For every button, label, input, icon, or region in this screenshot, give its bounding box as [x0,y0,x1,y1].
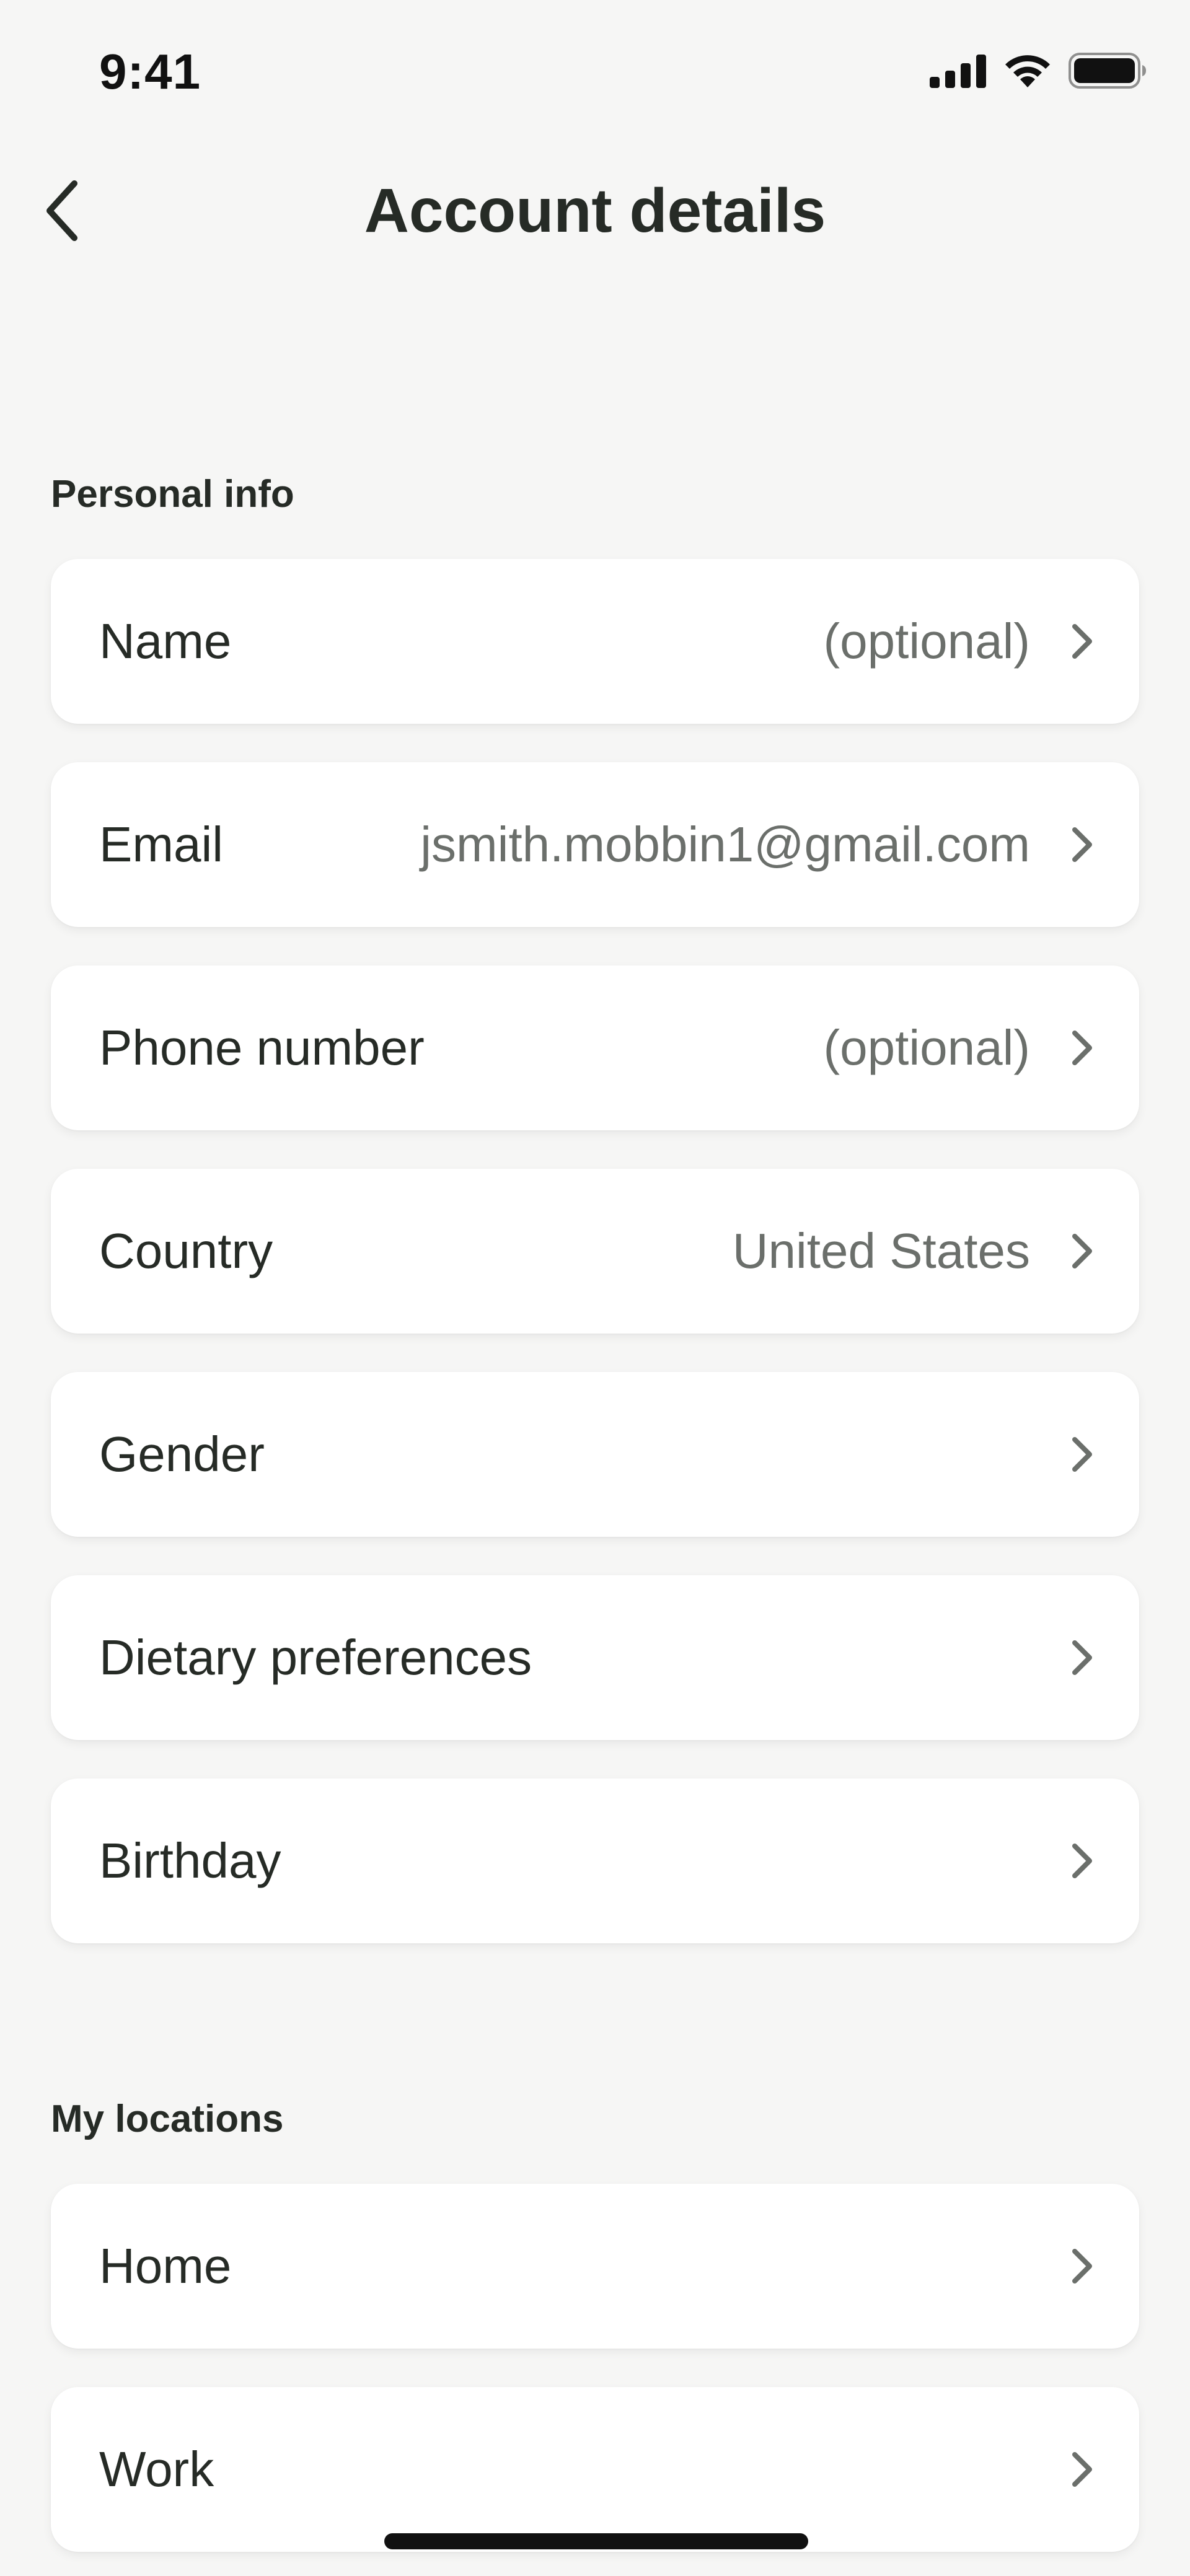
cellular-signal-icon [930,55,986,88]
row-birthday[interactable]: Birthday [51,1778,1139,1943]
chevron-right-icon [1072,2249,1092,2284]
chevron-right-icon [1072,2452,1092,2487]
row-label: Gender [99,1426,265,1482]
chevron-right-icon [1072,827,1092,862]
row-label: Email [99,817,224,872]
status-icons [930,53,1147,89]
section-label-personal-info: Personal info [51,473,294,516]
chevron-right-icon [1072,1437,1092,1472]
row-value: (optional) [823,1020,1030,1075]
navigation-bar: Account details [0,143,1190,279]
chevron-right-icon [1072,1234,1092,1268]
row-country[interactable]: Country United States [51,1169,1139,1334]
row-label: Phone number [99,1020,425,1075]
battery-icon [1069,53,1146,89]
row-label: Birthday [99,1833,281,1888]
row-name[interactable]: Name (optional) [51,559,1139,724]
row-home[interactable]: Home [51,2184,1139,2349]
chevron-right-icon [1072,1031,1092,1065]
row-value: (optional) [823,613,1030,669]
row-value: United States [732,1223,1030,1278]
row-label: Work [99,2442,214,2497]
status-bar: 9:41 [0,0,1190,143]
row-value: jsmith.mobbin1@gmail.com [420,817,1030,872]
row-label: Name [99,613,232,669]
row-label: Home [99,2238,232,2293]
chevron-right-icon [1072,1844,1092,1878]
row-label: Country [99,1223,273,1278]
chevron-right-icon [1072,624,1092,659]
section-label-my-locations: My locations [51,2098,284,2140]
row-gender[interactable]: Gender [51,1372,1139,1537]
row-work[interactable]: Work [51,2387,1139,2552]
chevron-right-icon [1072,1640,1092,1675]
wifi-icon [1005,55,1050,87]
page-title: Account details [364,175,826,245]
home-indicator[interactable] [384,2533,808,2549]
row-phone-number[interactable]: Phone number (optional) [51,965,1139,1130]
row-email[interactable]: Email jsmith.mobbin1@gmail.com [51,762,1139,927]
row-label: Dietary preferences [99,1630,532,1685]
row-dietary-preferences[interactable]: Dietary preferences [51,1575,1139,1740]
status-time: 9:41 [99,44,201,99]
